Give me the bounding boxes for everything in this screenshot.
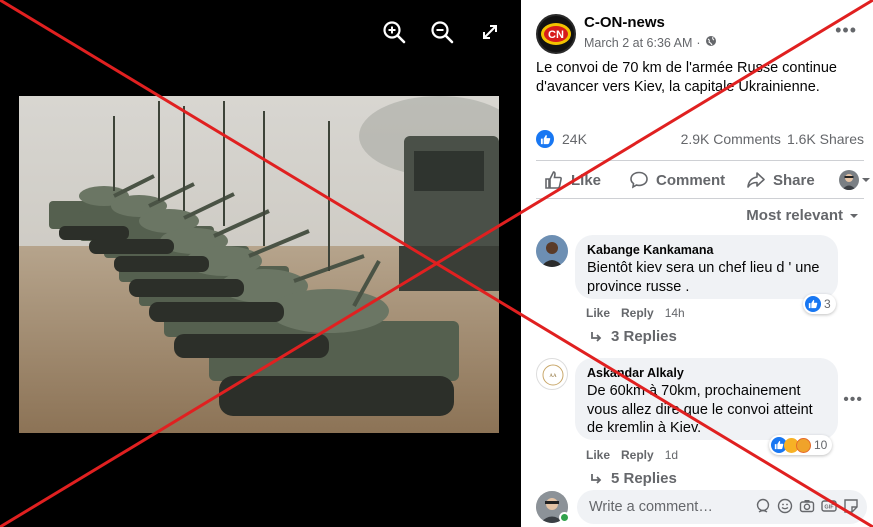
reactions-summary[interactable]: 24K <box>536 130 587 148</box>
comment-text-line: province russe . <box>587 278 690 295</box>
replies-label: 5 Replies <box>611 470 677 487</box>
fullscreen-icon[interactable] <box>476 18 504 46</box>
like-reaction-icon <box>536 130 554 148</box>
comment-actions: Like Reply 14h <box>586 306 685 320</box>
comment-composer: Write a comment… GIF <box>536 488 871 524</box>
sticker-icon[interactable] <box>843 498 859 514</box>
svg-text:AA: AA <box>549 374 557 379</box>
commenter-avatar[interactable]: AA <box>536 358 568 390</box>
comment-author[interactable]: Askandar Alkaly <box>587 366 826 380</box>
online-status-dot <box>559 512 570 523</box>
zoom-out-icon[interactable] <box>428 18 456 46</box>
comment-like-link[interactable]: Like <box>586 448 610 462</box>
comment-actions: Like Reply 1d <box>586 448 678 462</box>
comment-reply-link[interactable]: Reply <box>621 448 654 462</box>
emoji-icon[interactable] <box>777 498 793 514</box>
comments-count[interactable]: 2.9K Comments <box>681 131 781 147</box>
comment-bubble: Kabange Kankamana Bientôt kiev sera un c… <box>575 235 838 299</box>
view-replies-link[interactable]: 5 Replies <box>589 470 677 487</box>
avatar-sticker-icon[interactable] <box>755 498 771 514</box>
post-panel: CN C-ON-news March 2 at 6:36 AM · ••• Le… <box>521 0 873 527</box>
comment-text-line: vous allez dire que le convoi atteint <box>587 401 813 418</box>
comment-input-placeholder: Write a comment… <box>589 499 713 515</box>
post-stats: 24K 2.9K Comments 1.6K Shares <box>536 129 864 151</box>
profile-avatar-small <box>839 170 859 190</box>
comment-item: Kabange Kankamana Bientôt kiev sera un c… <box>536 235 866 345</box>
comment-bubble: Askandar Alkaly De 60km à 70km, prochain… <box>575 358 838 440</box>
page-name[interactable]: C-ON-news <box>584 14 665 31</box>
post-actions: Like Comment Share <box>536 166 873 196</box>
comment-icon <box>630 171 648 189</box>
gif-icon[interactable]: GIF <box>821 498 837 514</box>
reply-arrow-icon <box>591 473 602 484</box>
comment-sort-dropdown[interactable]: Most relevant <box>746 207 859 224</box>
comment-reaction-count: 10 <box>814 438 828 452</box>
comment-time[interactable]: 1d <box>665 448 678 462</box>
sort-label: Most relevant <box>746 207 843 224</box>
share-icon <box>747 172 765 188</box>
shares-count[interactable]: 1.6K Shares <box>787 131 864 147</box>
photo-viewer <box>0 0 521 527</box>
reactions-count: 24K <box>562 131 587 147</box>
comment-reactions[interactable]: 10 <box>769 435 833 455</box>
reply-arrow-icon <box>591 331 602 342</box>
zoom-in-icon[interactable] <box>380 18 408 46</box>
svg-text:GIF: GIF <box>824 505 834 511</box>
post-meta: March 2 at 6:36 AM · <box>584 35 717 50</box>
page-avatar[interactable]: CN <box>536 14 576 54</box>
wow-reaction-icon <box>796 437 811 453</box>
comment-button[interactable]: Comment <box>629 170 725 190</box>
page-logo-text: CN <box>548 29 564 41</box>
comment-reaction-count: 3 <box>824 297 831 311</box>
thumbs-up-icon <box>545 171 562 189</box>
like-button[interactable]: Like <box>544 170 601 190</box>
chevron-down-icon <box>850 213 858 218</box>
post-text: Le convoi de 70 km de l'armée Russe cont… <box>536 60 837 95</box>
share-button[interactable]: Share <box>746 170 815 190</box>
camera-icon[interactable] <box>799 498 815 514</box>
globe-icon <box>705 35 717 50</box>
comment-options-icon[interactable]: ••• <box>843 391 863 409</box>
comment-label: Comment <box>656 171 726 189</box>
comment-author[interactable]: Kabange Kankamana <box>587 243 826 257</box>
divider-bottom <box>536 198 864 199</box>
like-reaction-icon <box>805 296 821 312</box>
view-replies-link[interactable]: 3 Replies <box>589 328 677 345</box>
comment-text-line: De 60km à 70km, prochainement <box>587 383 801 399</box>
comment-reactions[interactable]: 3 <box>803 294 836 314</box>
comment-item: AA Askandar Alkaly De 60km à 70km, proch… <box>536 358 871 487</box>
comment-like-link[interactable]: Like <box>586 306 610 320</box>
post-timestamp[interactable]: March 2 at 6:36 AM <box>584 36 692 50</box>
comment-reply-link[interactable]: Reply <box>621 306 654 320</box>
comment-time[interactable]: 14h <box>665 306 685 320</box>
post-photo[interactable] <box>19 96 499 433</box>
comment-input[interactable]: Write a comment… GIF <box>577 490 867 524</box>
like-label: Like <box>571 171 602 189</box>
comment-text-line: Bientôt kiev sera un chef lieu d ' une <box>587 260 820 276</box>
caret-down-icon <box>862 178 870 182</box>
meta-separator: · <box>696 35 701 50</box>
divider-top <box>536 160 864 161</box>
commenter-avatar[interactable] <box>536 235 568 267</box>
post-options-icon[interactable]: ••• <box>835 20 857 41</box>
react-as-selector[interactable] <box>839 170 871 190</box>
composer-tools: GIF <box>755 498 859 514</box>
replies-label: 3 Replies <box>611 328 677 345</box>
share-label: Share <box>773 171 815 189</box>
